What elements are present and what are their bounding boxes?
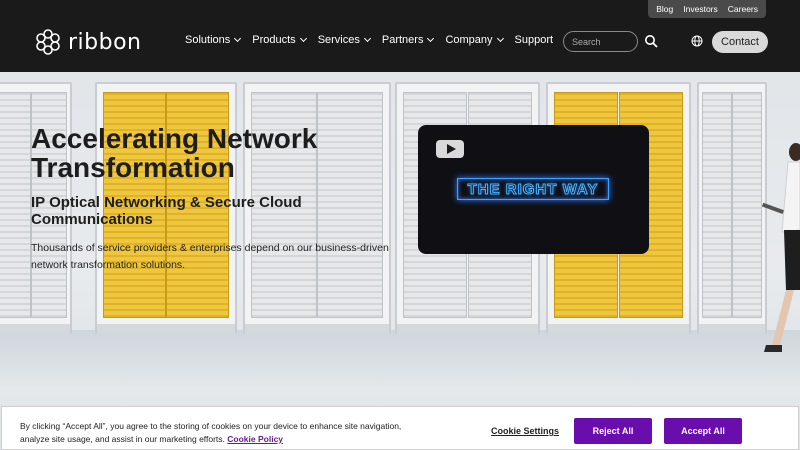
search-input[interactable] [563,31,638,52]
utility-nav: Blog Investors Careers [648,0,766,18]
main-nav: Solutions Products Services Partners Com… [185,34,553,46]
reject-all-button[interactable]: Reject All [574,418,652,444]
nav-item-partners[interactable]: Partners [381,34,435,46]
cookie-settings-button[interactable]: Cookie Settings [486,418,564,444]
cookie-banner: By clicking “Accept All”, you agree to t… [1,406,799,450]
nav-item-label: Products [252,34,296,46]
nav-item-label: Partners [381,34,424,46]
hero-title: Accelerating Network Transformation [31,123,318,183]
nav-item-solutions[interactable]: Solutions [185,34,242,46]
utility-link-blog[interactable]: Blog [656,4,673,14]
ribbon-logo[interactable]: ribbon [34,28,142,56]
nav-item-label: Support [514,34,554,46]
utility-link-investors[interactable]: Investors [683,4,718,14]
chevron-down-icon [496,34,504,43]
chevron-down-icon [363,34,371,43]
youtube-play-icon[interactable] [436,140,464,158]
nav-item-label: Solutions [185,34,231,46]
nav-item-company[interactable]: Company [445,34,504,46]
nav-item-products[interactable]: Products [252,34,307,46]
hero-description: Thousands of service providers & enterpr… [31,242,389,271]
server-rack [697,82,767,334]
hero-subtitle: IP Optical Networking & Secure Cloud Com… [31,194,302,228]
cookie-message: By clicking “Accept All”, you agree to t… [20,421,402,444]
utility-link-careers[interactable]: Careers [728,4,758,14]
globe-icon[interactable] [691,35,703,47]
nav-item-label: Company [445,34,493,46]
cookie-policy-link[interactable]: Cookie Policy [227,434,283,444]
contact-button[interactable]: Contact [712,31,768,53]
chevron-down-icon [299,34,307,43]
video-neon-text: THE RIGHT WAY [457,178,609,200]
nav-item-support[interactable]: Support [515,34,554,46]
ribbon-logo-icon [36,29,60,55]
search-icon[interactable] [644,34,658,48]
video-player[interactable]: THE RIGHT WAY [418,125,649,254]
accept-all-button[interactable]: Accept All [664,418,742,444]
chevron-down-icon [427,34,435,43]
cookie-text: By clicking “Accept All”, you agree to t… [20,420,430,446]
logo-text: ribbon [68,29,142,55]
nav-item-label: Services [317,34,360,46]
person-figure [761,143,800,352]
chevron-down-icon [234,34,242,43]
nav-item-services[interactable]: Services [317,34,371,46]
site-header: Blog Investors Careers ribbon Solutions … [0,0,800,72]
